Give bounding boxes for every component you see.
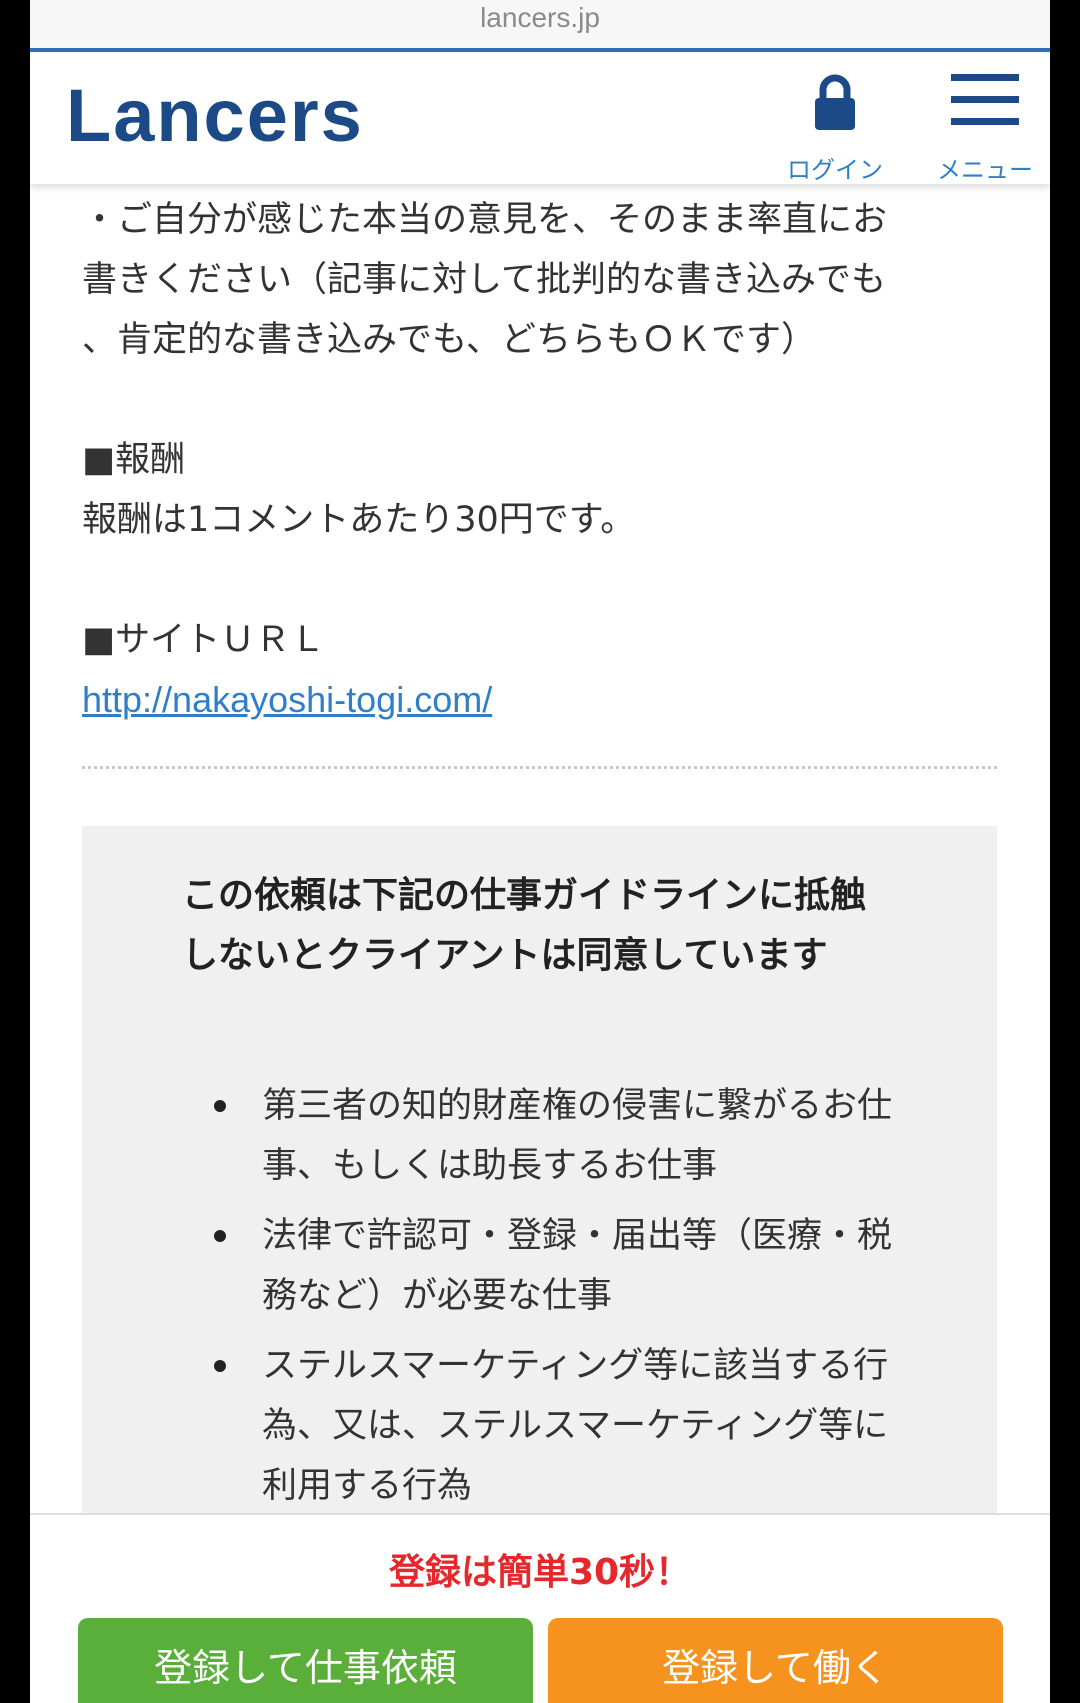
lock-icon: [775, 72, 895, 132]
guideline-item-text: ステルスマーケティング等に該当する行為、又は、ステルスマーケティング等に利用する…: [262, 1346, 889, 1506]
bullet-icon: [214, 1360, 226, 1372]
guideline-item-text: 第三者の知的財産権の侵害に繋がるお仕事、もしくは助長するお仕事: [262, 1086, 893, 1186]
login-label: ログイン: [787, 156, 883, 184]
guideline-title: この依頼は下記の仕事ガイドラインに抵触しないとクライアントは同意しています: [182, 875, 867, 976]
job-description: ・ご自分が感じた本当の意見を、そのまま率直にお 書きください（記事に対して批判的…: [82, 190, 1002, 731]
register-client-button[interactable]: 登録して仕事依頼: [78, 1618, 533, 1703]
browser-url-bar[interactable]: lancers.jp: [30, 0, 1050, 48]
site-header: Lancers ログイン メニュー: [30, 52, 1050, 184]
list-item: ステルスマーケティング等に該当する行為、又は、ステルスマーケティング等に利用する…: [182, 1336, 902, 1516]
bullet-icon: [214, 1100, 226, 1112]
phone-screen: lancers.jp Lancers ログイン メニュー ・ご自分が感じた本当の…: [30, 0, 1050, 1703]
bullet-icon: [214, 1230, 226, 1242]
guideline-list: 第三者の知的財産権の侵害に繋がるお仕事、もしくは助長するお仕事 法律で許認可・登…: [182, 1076, 902, 1526]
register-worker-button[interactable]: 登録して働く: [548, 1618, 1003, 1703]
lancers-logo[interactable]: Lancers: [66, 76, 364, 156]
intro-paragraph: ・ご自分が感じた本当の意見を、そのまま率直にお 書きください（記事に対して批判的…: [82, 200, 888, 360]
reward-text: 報酬は1コメントあたり30円です。: [82, 500, 636, 540]
reward-heading: ■報酬: [82, 440, 186, 480]
section-divider: [82, 766, 997, 769]
guideline-item-text: 法律で許認可・登録・届出等（医療・税務など）が必要な仕事: [262, 1216, 893, 1316]
menu-label: メニュー: [937, 156, 1033, 184]
hamburger-icon: [925, 72, 1045, 128]
list-item: 第三者の知的財産権の侵害に繋がるお仕事、もしくは助長するお仕事: [182, 1076, 902, 1196]
signup-footer: 登録は簡単30秒！ 登録して仕事依頼 登録して働く: [30, 1513, 1050, 1703]
menu-button[interactable]: メニュー: [925, 72, 1045, 184]
signup-note: 登録は簡単30秒！: [388, 1552, 692, 1593]
login-button[interactable]: ログイン: [775, 72, 895, 184]
site-url-link[interactable]: http://nakayoshi-togi.com/: [82, 679, 492, 720]
site-url-heading: ■サイトＵＲＬ: [82, 620, 326, 660]
url-text: lancers.jp: [480, 2, 600, 33]
list-item: 法律で許認可・登録・届出等（医療・税務など）が必要な仕事: [182, 1206, 902, 1326]
